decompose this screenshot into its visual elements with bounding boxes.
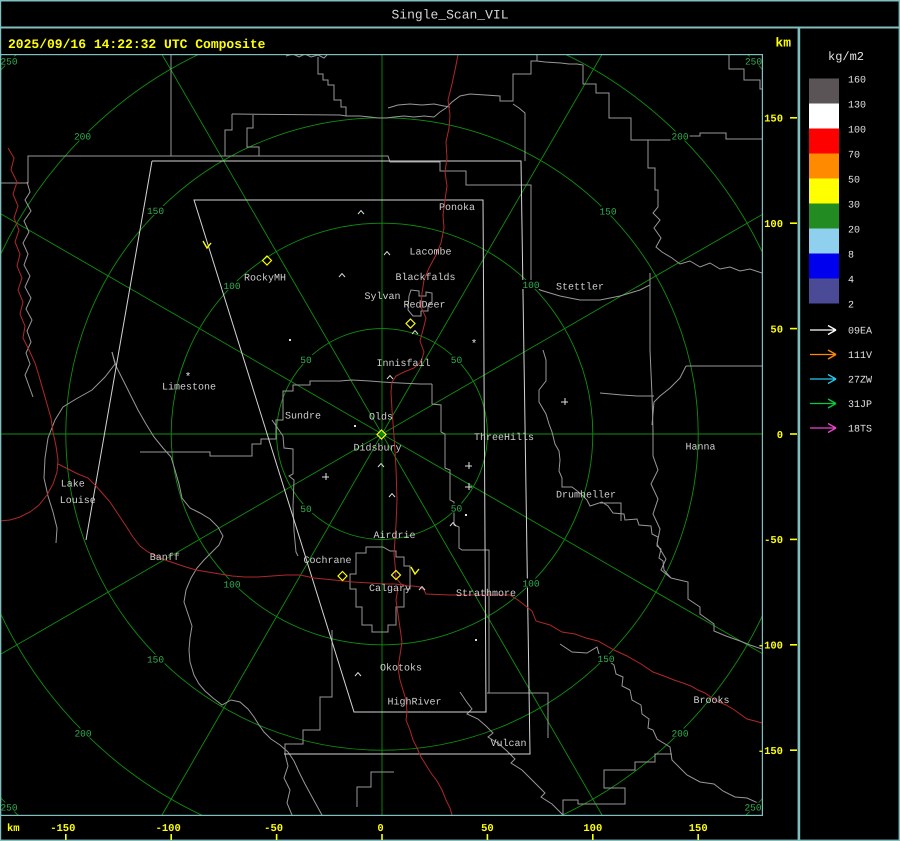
svg-text:Innisfail: Innisfail — [376, 358, 430, 370]
svg-text:Ponoka: Ponoka — [439, 202, 475, 214]
svg-text:70: 70 — [848, 151, 860, 162]
svg-text:150: 150 — [689, 823, 708, 835]
svg-text:-150: -150 — [50, 823, 75, 835]
svg-text:Airdrie: Airdrie — [373, 530, 415, 542]
svg-text:Blackfalds: Blackfalds — [395, 272, 455, 284]
svg-text:Sylvan: Sylvan — [364, 291, 400, 303]
svg-text:Didsbury: Didsbury — [353, 443, 401, 455]
svg-text:50: 50 — [300, 504, 312, 515]
svg-text:50: 50 — [770, 324, 783, 336]
svg-text:160: 160 — [848, 76, 866, 87]
svg-text:-50: -50 — [264, 823, 283, 835]
svg-text:18TS: 18TS — [848, 425, 872, 436]
svg-text:200: 200 — [671, 132, 688, 143]
svg-text:2025/09/16 14:22:32 UTC Compos: 2025/09/16 14:22:32 UTC Composite — [8, 37, 266, 52]
svg-text:50: 50 — [451, 504, 463, 515]
svg-text:Sundre: Sundre — [285, 411, 321, 423]
svg-text:31JP: 31JP — [848, 400, 872, 411]
svg-text:250: 250 — [744, 803, 761, 814]
svg-text:100: 100 — [522, 280, 539, 291]
svg-text:250: 250 — [0, 57, 17, 68]
svg-text:100: 100 — [764, 219, 783, 231]
svg-text:100: 100 — [848, 126, 866, 137]
svg-text:50: 50 — [848, 176, 860, 187]
svg-text:0: 0 — [377, 823, 383, 835]
svg-text:100: 100 — [223, 580, 240, 591]
svg-text:150: 150 — [599, 207, 616, 218]
svg-text:50: 50 — [451, 355, 463, 366]
svg-text:*: * — [471, 339, 478, 351]
svg-text:km: km — [775, 36, 791, 51]
svg-text:4: 4 — [848, 276, 854, 287]
svg-text:Stettler: Stettler — [556, 282, 604, 294]
svg-text:200: 200 — [74, 729, 91, 740]
svg-text:2: 2 — [848, 301, 854, 312]
svg-text:-100: -100 — [758, 641, 783, 653]
svg-text:Louise: Louise — [60, 495, 96, 507]
svg-text:Okotoks: Okotoks — [380, 663, 422, 675]
svg-text:111V: 111V — [848, 351, 872, 362]
svg-text:100: 100 — [522, 579, 539, 590]
svg-text:km: km — [7, 823, 20, 835]
svg-text:200: 200 — [74, 132, 91, 143]
svg-text:20: 20 — [848, 226, 860, 237]
svg-text:130: 130 — [848, 101, 866, 112]
svg-text:Lake: Lake — [61, 479, 85, 491]
svg-text:30: 30 — [848, 201, 860, 212]
svg-text:200: 200 — [671, 729, 688, 740]
svg-text:Vulcan: Vulcan — [490, 738, 526, 750]
svg-text:-150: -150 — [758, 746, 783, 758]
svg-text:Calgary: Calgary — [369, 583, 411, 595]
svg-text:kg/m2: kg/m2 — [828, 50, 864, 64]
svg-text:-100: -100 — [156, 823, 181, 835]
svg-text:HighRiver: HighRiver — [387, 697, 441, 709]
svg-text:RockyMH: RockyMH — [244, 273, 286, 285]
svg-text:Limestone: Limestone — [162, 382, 216, 394]
svg-text:Strathmore: Strathmore — [456, 588, 516, 600]
svg-text:Cochrane: Cochrane — [303, 555, 351, 567]
svg-text:Drumheller: Drumheller — [556, 490, 616, 502]
svg-text:250: 250 — [745, 57, 762, 68]
svg-text:50: 50 — [481, 823, 494, 835]
svg-text:100: 100 — [223, 281, 240, 292]
svg-text:150: 150 — [764, 114, 783, 126]
svg-text:-50: -50 — [764, 535, 783, 547]
svg-text:0: 0 — [777, 430, 783, 442]
svg-text:ThreeHills: ThreeHills — [474, 432, 534, 444]
svg-text:Hanna: Hanna — [685, 443, 715, 454]
svg-text:09EA: 09EA — [848, 327, 872, 338]
svg-text:150: 150 — [147, 206, 164, 217]
svg-text:Olds: Olds — [369, 412, 393, 424]
svg-text:250: 250 — [0, 803, 17, 814]
svg-text:27ZW: 27ZW — [848, 376, 872, 387]
svg-text:150: 150 — [597, 654, 614, 665]
svg-text:Brooks: Brooks — [693, 695, 729, 707]
svg-text:150: 150 — [147, 655, 164, 666]
svg-text:Single_Scan_VIL: Single_Scan_VIL — [391, 8, 508, 23]
svg-text:Lacombe: Lacombe — [409, 247, 451, 259]
svg-text:Banff: Banff — [150, 552, 180, 564]
svg-text:8: 8 — [848, 251, 854, 262]
svg-text:50: 50 — [300, 355, 312, 366]
svg-text:100: 100 — [583, 823, 602, 835]
svg-text:RedDeer: RedDeer — [403, 300, 445, 312]
